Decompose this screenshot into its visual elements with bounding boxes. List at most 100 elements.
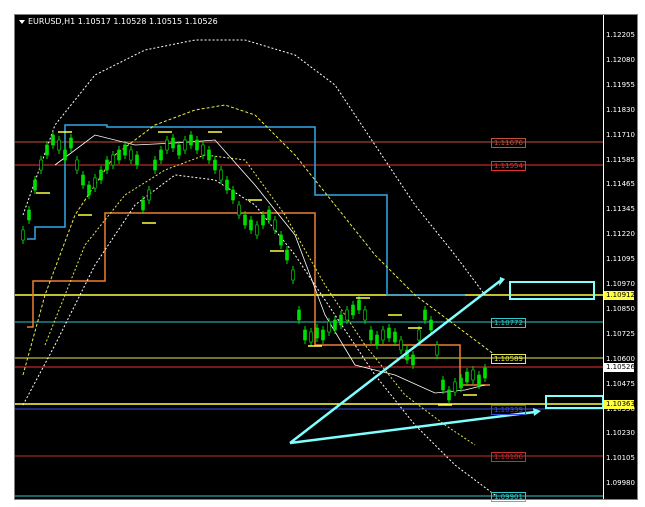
price-axis-border <box>603 15 604 499</box>
candle-body <box>423 309 427 321</box>
candle-body <box>51 134 55 146</box>
candle-body <box>459 377 463 389</box>
candle-body <box>111 154 115 166</box>
price-tag-10912: 1.10912 <box>604 291 635 300</box>
price-axis-label: 1.11585 <box>606 155 635 164</box>
candle-body <box>183 139 187 151</box>
candle-body <box>267 209 271 221</box>
candle-body <box>21 229 25 241</box>
envelope-inner <box>44 154 476 446</box>
candle-body <box>81 174 85 186</box>
candle-body <box>339 314 343 326</box>
candle-body <box>75 159 79 171</box>
candle-body <box>375 334 379 346</box>
candle-body <box>471 369 475 381</box>
target-box-lower <box>545 395 604 409</box>
candle-body <box>309 331 313 343</box>
level-label-10106: 1.10106 <box>491 452 526 462</box>
price-axis-label: 1.12080 <box>606 55 635 64</box>
candle-body <box>285 249 289 261</box>
candle-body <box>477 374 481 386</box>
price-axis-label: 1.10230 <box>606 429 635 438</box>
candle-body <box>273 219 277 231</box>
price-axis-label: 1.10970 <box>606 280 635 288</box>
candle-body <box>63 149 67 161</box>
candle-body <box>363 309 367 321</box>
price-axis-label: 1.11095 <box>606 255 635 264</box>
candle-body <box>483 367 487 379</box>
candle-body <box>213 159 217 171</box>
candle-body <box>429 319 433 331</box>
price-tag-current: 1.10526 <box>604 363 635 372</box>
envelope-mid <box>22 104 496 376</box>
candle-body <box>135 154 139 166</box>
candle-body <box>453 381 457 393</box>
level-label-10772: 1.10772 <box>491 318 526 328</box>
price-axis-label: 1.11955 <box>606 80 635 89</box>
candle-body <box>441 379 445 391</box>
price-axis-label: 1.10105 <box>606 454 635 463</box>
candle-body <box>387 327 391 339</box>
price-axis-label: 1.11710 <box>606 130 635 139</box>
candle-body <box>99 169 103 181</box>
candle-body <box>129 149 133 161</box>
price-axis-label: 1.12205 <box>606 31 635 39</box>
candle-body <box>327 321 331 333</box>
trend-arrow-up-head <box>499 277 505 286</box>
price-axis-label: 1.11830 <box>606 105 635 114</box>
candle-body <box>165 139 169 151</box>
price-tag-10363: 1.10363 <box>604 400 635 409</box>
chart-window[interactable]: EURUSD,H1 1.10517 1.10528 1.10515 1.1052… <box>14 14 639 502</box>
candle-body <box>315 327 319 339</box>
candle-body <box>297 309 301 321</box>
candle-body <box>321 329 325 341</box>
channel-lower-line <box>27 212 490 386</box>
candle-body <box>225 179 229 191</box>
candle-body <box>399 339 403 351</box>
candle-body <box>171 137 175 149</box>
level-label-09901: 1.09901 <box>491 492 526 502</box>
candle-body <box>201 144 205 156</box>
candle-body <box>105 159 109 171</box>
candle-body <box>351 304 355 316</box>
chart-menu-arrow-icon[interactable] <box>19 19 25 24</box>
candle-body <box>87 184 91 196</box>
candle-body <box>237 204 241 216</box>
price-axis-label: 1.09980 <box>606 479 635 488</box>
candle-body <box>231 189 235 201</box>
price-axis-label: 1.10600 <box>606 354 635 363</box>
candle-body <box>57 139 61 151</box>
price-axis-label: 1.10725 <box>606 329 635 338</box>
candle-body <box>243 214 247 226</box>
candle-body <box>333 319 337 331</box>
candle-body <box>27 209 31 221</box>
candle-body <box>177 144 181 156</box>
price-axis-label: 1.11465 <box>606 180 635 189</box>
candle-body <box>381 329 385 341</box>
candle-body <box>123 144 127 156</box>
candle-body <box>465 371 469 383</box>
level-label-11676: 1.11676 <box>491 138 526 148</box>
candle-body <box>369 329 373 341</box>
candle-body <box>153 159 157 171</box>
candle-body <box>393 331 397 343</box>
candle-body <box>261 214 265 226</box>
candle-body <box>33 179 37 191</box>
price-axis-label: 1.10850 <box>606 304 635 313</box>
candle-body <box>357 299 361 311</box>
candle-body <box>93 177 97 189</box>
moving-average <box>54 134 486 394</box>
price-axis-label: 1.11345 <box>606 205 635 214</box>
candle-body <box>45 144 49 156</box>
candle-body <box>279 234 283 246</box>
level-label-10339: 1.10339 <box>491 405 526 415</box>
candle-body <box>411 354 415 366</box>
price-chart[interactable] <box>15 15 639 501</box>
candle-body <box>147 189 151 201</box>
candle-body <box>117 149 121 161</box>
candle-body <box>447 389 451 401</box>
chart-title: EURUSD,H1 1.10517 1.10528 1.10515 1.1052… <box>19 17 218 27</box>
candle-body <box>207 149 211 161</box>
candle-body <box>417 329 421 341</box>
candle-body <box>159 149 163 161</box>
